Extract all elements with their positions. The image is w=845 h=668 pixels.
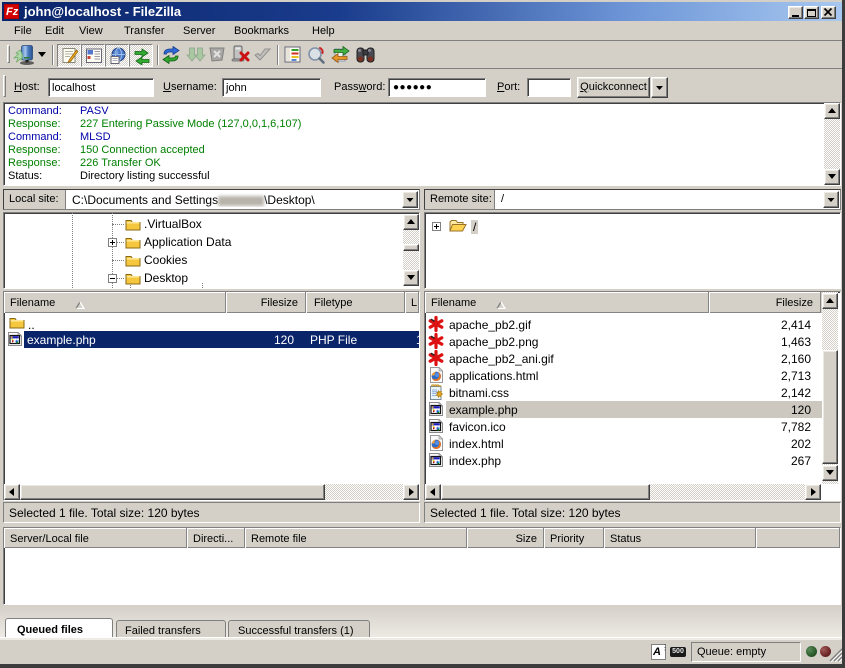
svg-text:Fz: Fz — [6, 6, 19, 18]
